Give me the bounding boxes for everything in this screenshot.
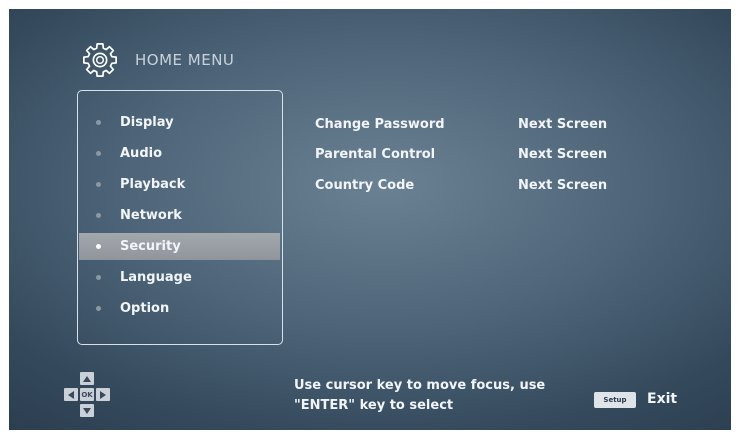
menu-item-label: Language (120, 270, 192, 285)
header: HOME MENU (81, 39, 234, 81)
bullet-icon (96, 306, 101, 311)
settings-menu: Display Audio Playback Network Security … (77, 90, 283, 345)
menu-item-playback[interactable]: Playback (79, 171, 280, 198)
hint-line-2: "ENTER" key to select (294, 398, 454, 413)
option-value: Next Screen (518, 146, 608, 162)
arrow-down-icon (80, 404, 94, 417)
option-change-password[interactable]: Change Password Next Screen (315, 113, 607, 135)
menu-item-label: Option (120, 301, 170, 316)
bullet-icon (96, 151, 101, 156)
page-title: HOME MENU (135, 51, 235, 69)
menu-item-language[interactable]: Language (79, 264, 280, 291)
menu-item-network[interactable]: Network (79, 202, 280, 229)
navigation-hint: Use cursor key to move focus, use "ENTER… (294, 376, 545, 416)
menu-item-label: Playback (120, 177, 186, 192)
option-label: Change Password (315, 116, 445, 132)
menu-item-label: Network (120, 208, 182, 223)
hint-line-1: Use cursor key to move focus, use (294, 378, 546, 393)
home-menu-screen: HOME MENU Display Audio Playback Network… (9, 9, 731, 430)
dpad-icon: OK (60, 368, 114, 422)
option-value: Next Screen (518, 116, 608, 132)
menu-item-option[interactable]: Option (79, 295, 280, 322)
arrow-left-icon (64, 388, 78, 401)
option-label: Country Code (315, 177, 415, 193)
menu-item-security[interactable]: Security (79, 233, 280, 260)
gear-icon (82, 42, 118, 78)
arrow-right-icon (96, 388, 110, 401)
bullet-icon (96, 120, 101, 125)
exit-label: Exit (647, 391, 678, 407)
menu-item-label: Security (120, 239, 181, 254)
bullet-icon (96, 182, 101, 187)
arrow-up-icon (80, 372, 94, 385)
menu-item-audio[interactable]: Audio (79, 140, 280, 167)
option-parental-control[interactable]: Parental Control Next Screen (315, 143, 607, 165)
menu-item-display[interactable]: Display (79, 109, 280, 136)
option-value: Next Screen (518, 177, 608, 193)
bullet-icon (96, 213, 101, 218)
menu-item-label: Audio (120, 146, 163, 161)
setup-key-icon: Setup (594, 392, 636, 408)
bullet-icon (96, 275, 101, 280)
ok-key: OK (80, 388, 94, 401)
menu-item-label: Display (120, 115, 174, 130)
bullet-icon (96, 244, 101, 249)
option-country-code[interactable]: Country Code Next Screen (315, 174, 607, 196)
option-label: Parental Control (315, 146, 436, 162)
